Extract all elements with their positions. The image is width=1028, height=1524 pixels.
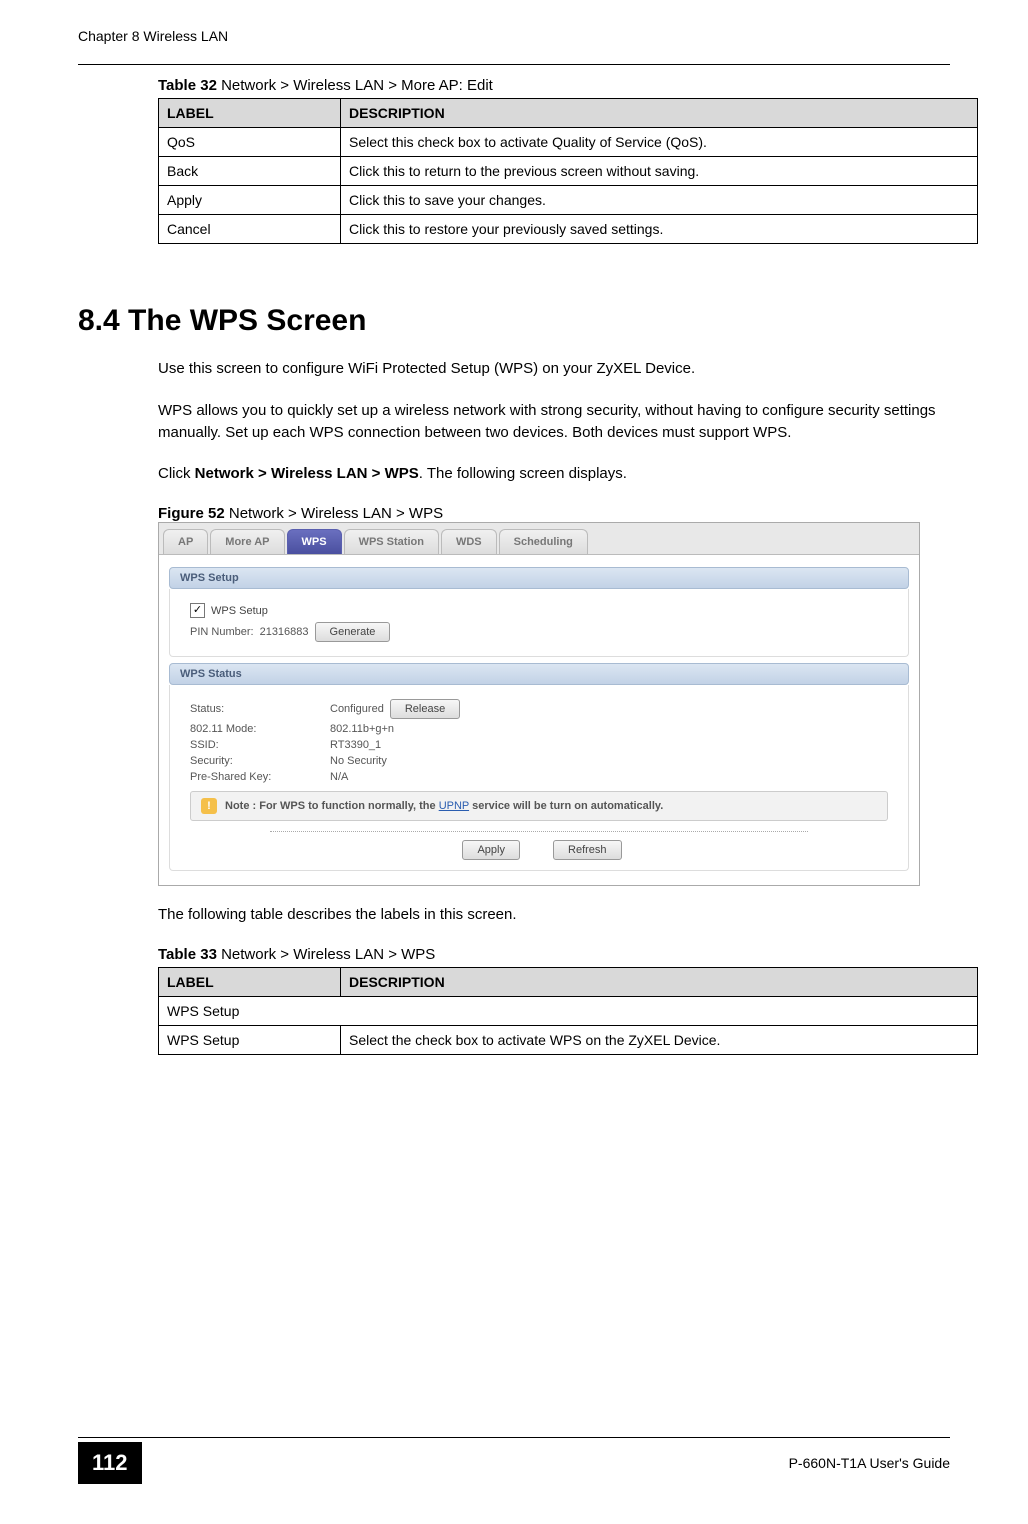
refresh-button[interactable]: Refresh — [553, 840, 622, 860]
p3-pre: Click — [158, 465, 195, 482]
note-prefix: Note : For WPS to function normally, the — [225, 800, 439, 812]
tab-wps[interactable]: WPS — [287, 529, 342, 554]
tab-scheduling[interactable]: Scheduling — [499, 529, 588, 554]
wps-setup-checkbox[interactable] — [190, 603, 205, 618]
tab-wds[interactable]: WDS — [441, 529, 497, 554]
table-row: WPS Setup — [159, 996, 978, 1025]
table33: LABEL DESCRIPTION WPS Setup WPS Setup Se… — [158, 967, 978, 1055]
table33-head-label: LABEL — [159, 967, 341, 996]
section-p3: Click Network > Wireless LAN > WPS. The … — [158, 463, 978, 485]
section-heading: 8.4 The WPS Screen — [78, 304, 950, 338]
tab-ap[interactable]: AP — [163, 529, 208, 554]
release-button[interactable]: Release — [390, 699, 460, 719]
figure52-caption: Figure 52 Network > Wireless LAN > WPS — [158, 505, 950, 522]
section-p2: WPS allows you to quickly set up a wirel… — [158, 400, 978, 444]
table32-caption-num: Table 32 — [158, 77, 217, 94]
t32-r2-desc: Click this to save your changes. — [341, 186, 978, 215]
footer-rule — [78, 1437, 950, 1438]
table32-caption: Table 32 Network > Wireless LAN > More A… — [158, 77, 950, 94]
mode-value: 802.11b+g+n — [330, 723, 394, 735]
wps-setup-label: WPS Setup — [211, 605, 268, 617]
t32-r1-desc: Click this to return to the previous scr… — [341, 157, 978, 186]
figure52-caption-text: Network > Wireless LAN > WPS — [225, 505, 443, 522]
figure52-caption-num: Figure 52 — [158, 505, 225, 522]
table33-head-desc: DESCRIPTION — [341, 967, 978, 996]
header-rule — [78, 64, 950, 65]
table32-caption-text: Network > Wireless LAN > More AP: Edit — [217, 77, 493, 94]
dotted-separator — [270, 831, 808, 832]
after-figure-text: The following table describes the labels… — [158, 904, 978, 926]
t33-r1-desc: Select the check box to activate WPS on … — [341, 1025, 978, 1054]
note-box: ! Note : For WPS to function normally, t… — [190, 791, 888, 821]
tab-more-ap[interactable]: More AP — [210, 529, 284, 554]
p3-bold: Network > Wireless LAN > WPS — [195, 465, 419, 482]
security-value: No Security — [330, 755, 387, 767]
footer-guide: P-660N-T1A User's Guide — [789, 1455, 950, 1471]
note-suffix: service will be turn on automatically. — [472, 800, 663, 812]
tab-wps-station[interactable]: WPS Station — [344, 529, 439, 554]
status-value: Configured — [330, 703, 384, 715]
generate-button[interactable]: Generate — [315, 622, 391, 642]
status-label: Status: — [190, 703, 330, 715]
note-icon: ! — [201, 798, 217, 814]
table32-head-label: LABEL — [159, 99, 341, 128]
table-row: Cancel Click this to restore your previo… — [159, 215, 978, 244]
t32-r1-label: Back — [159, 157, 341, 186]
table32: LABEL DESCRIPTION QoS Select this check … — [158, 98, 978, 244]
psk-value: N/A — [330, 771, 348, 783]
table-row: QoS Select this check box to activate Qu… — [159, 128, 978, 157]
p3-post: . The following screen displays. — [419, 465, 627, 482]
page-number: 112 — [78, 1442, 142, 1484]
t33-r0-label: WPS Setup — [159, 996, 978, 1025]
t33-r1-label: WPS Setup — [159, 1025, 341, 1054]
ssid-label: SSID: — [190, 739, 330, 751]
mode-label: 802.11 Mode: — [190, 723, 330, 735]
apply-button[interactable]: Apply — [462, 840, 520, 860]
pin-label: PIN Number: — [190, 626, 254, 638]
t32-r3-desc: Click this to restore your previously sa… — [341, 215, 978, 244]
pin-value: 21316883 — [260, 626, 309, 638]
group-wps-setup-title: WPS Setup — [169, 567, 909, 589]
table-row: Back Click this to return to the previou… — [159, 157, 978, 186]
ssid-value: RT3390_1 — [330, 739, 381, 751]
chapter-header: Chapter 8 Wireless LAN — [78, 28, 228, 44]
wps-screenshot: AP More AP WPS WPS Station WDS Schedulin… — [158, 522, 920, 886]
upnp-link[interactable]: UPNP — [439, 800, 469, 812]
table-row: Apply Click this to save your changes. — [159, 186, 978, 215]
t32-r2-label: Apply — [159, 186, 341, 215]
psk-label: Pre-Shared Key: — [190, 771, 330, 783]
table-row: WPS Setup Select the check box to activa… — [159, 1025, 978, 1054]
table33-caption-num: Table 33 — [158, 946, 217, 963]
section-p1: Use this screen to configure WiFi Protec… — [158, 358, 978, 380]
group-wps-status-title: WPS Status — [169, 663, 909, 685]
table32-head-desc: DESCRIPTION — [341, 99, 978, 128]
table33-caption-text: Network > Wireless LAN > WPS — [217, 946, 435, 963]
t32-r3-label: Cancel — [159, 215, 341, 244]
t32-r0-desc: Select this check box to activate Qualit… — [341, 128, 978, 157]
security-label: Security: — [190, 755, 330, 767]
table33-caption: Table 33 Network > Wireless LAN > WPS — [158, 946, 950, 963]
t32-r0-label: QoS — [159, 128, 341, 157]
tab-bar: AP More AP WPS WPS Station WDS Schedulin… — [159, 523, 919, 555]
